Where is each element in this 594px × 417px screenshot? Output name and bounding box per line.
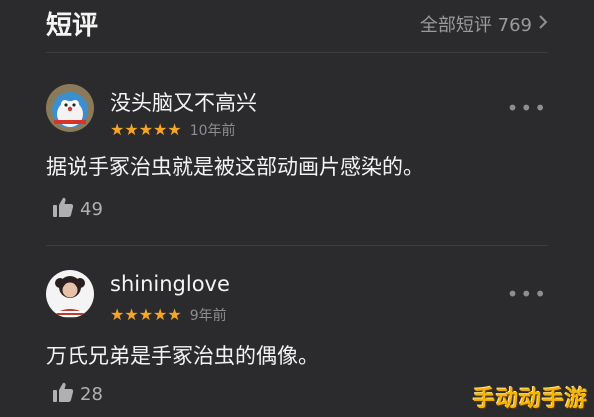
thumbs-up-icon: [52, 196, 74, 222]
section-title: 短评: [46, 11, 99, 41]
more-options-icon[interactable]: •••: [507, 96, 548, 120]
watermark-logo: 手动动手游: [472, 387, 588, 412]
reviews-header: 短评 全部短评 769: [0, 0, 594, 50]
review-username[interactable]: 没头脑又不高兴: [110, 87, 257, 117]
more-options-icon[interactable]: •••: [507, 282, 548, 306]
avatar[interactable]: [46, 270, 94, 318]
like-button[interactable]: 28: [52, 381, 103, 407]
rating-row: ★★★★★ 9年前: [110, 305, 227, 325]
all-reviews-link[interactable]: 全部短评 769: [420, 11, 548, 37]
rating-row: ★★★★★ 10年前: [110, 120, 236, 140]
thumbs-up-icon: [52, 381, 74, 407]
chevron-right-icon: [538, 14, 548, 35]
review-content: 万氏兄弟是手冢治虫的偶像。: [46, 344, 319, 368]
avatar[interactable]: [46, 84, 94, 132]
review-divider: [46, 245, 548, 246]
star-rating: ★★★★★: [110, 120, 182, 139]
star-rating: ★★★★★: [110, 305, 182, 324]
review-time: 10年前: [189, 123, 236, 139]
all-reviews-label: 全部短评 769: [419, 15, 532, 36]
review-username[interactable]: shininglove: [110, 272, 230, 296]
like-button[interactable]: 49: [52, 196, 103, 222]
review-content: 据说手冢治虫就是被这部动画片感染的。: [46, 155, 424, 179]
header-divider: [46, 52, 548, 53]
like-count: 28: [80, 383, 103, 405]
review-time: 9年前: [189, 308, 227, 324]
like-count: 49: [80, 198, 103, 220]
